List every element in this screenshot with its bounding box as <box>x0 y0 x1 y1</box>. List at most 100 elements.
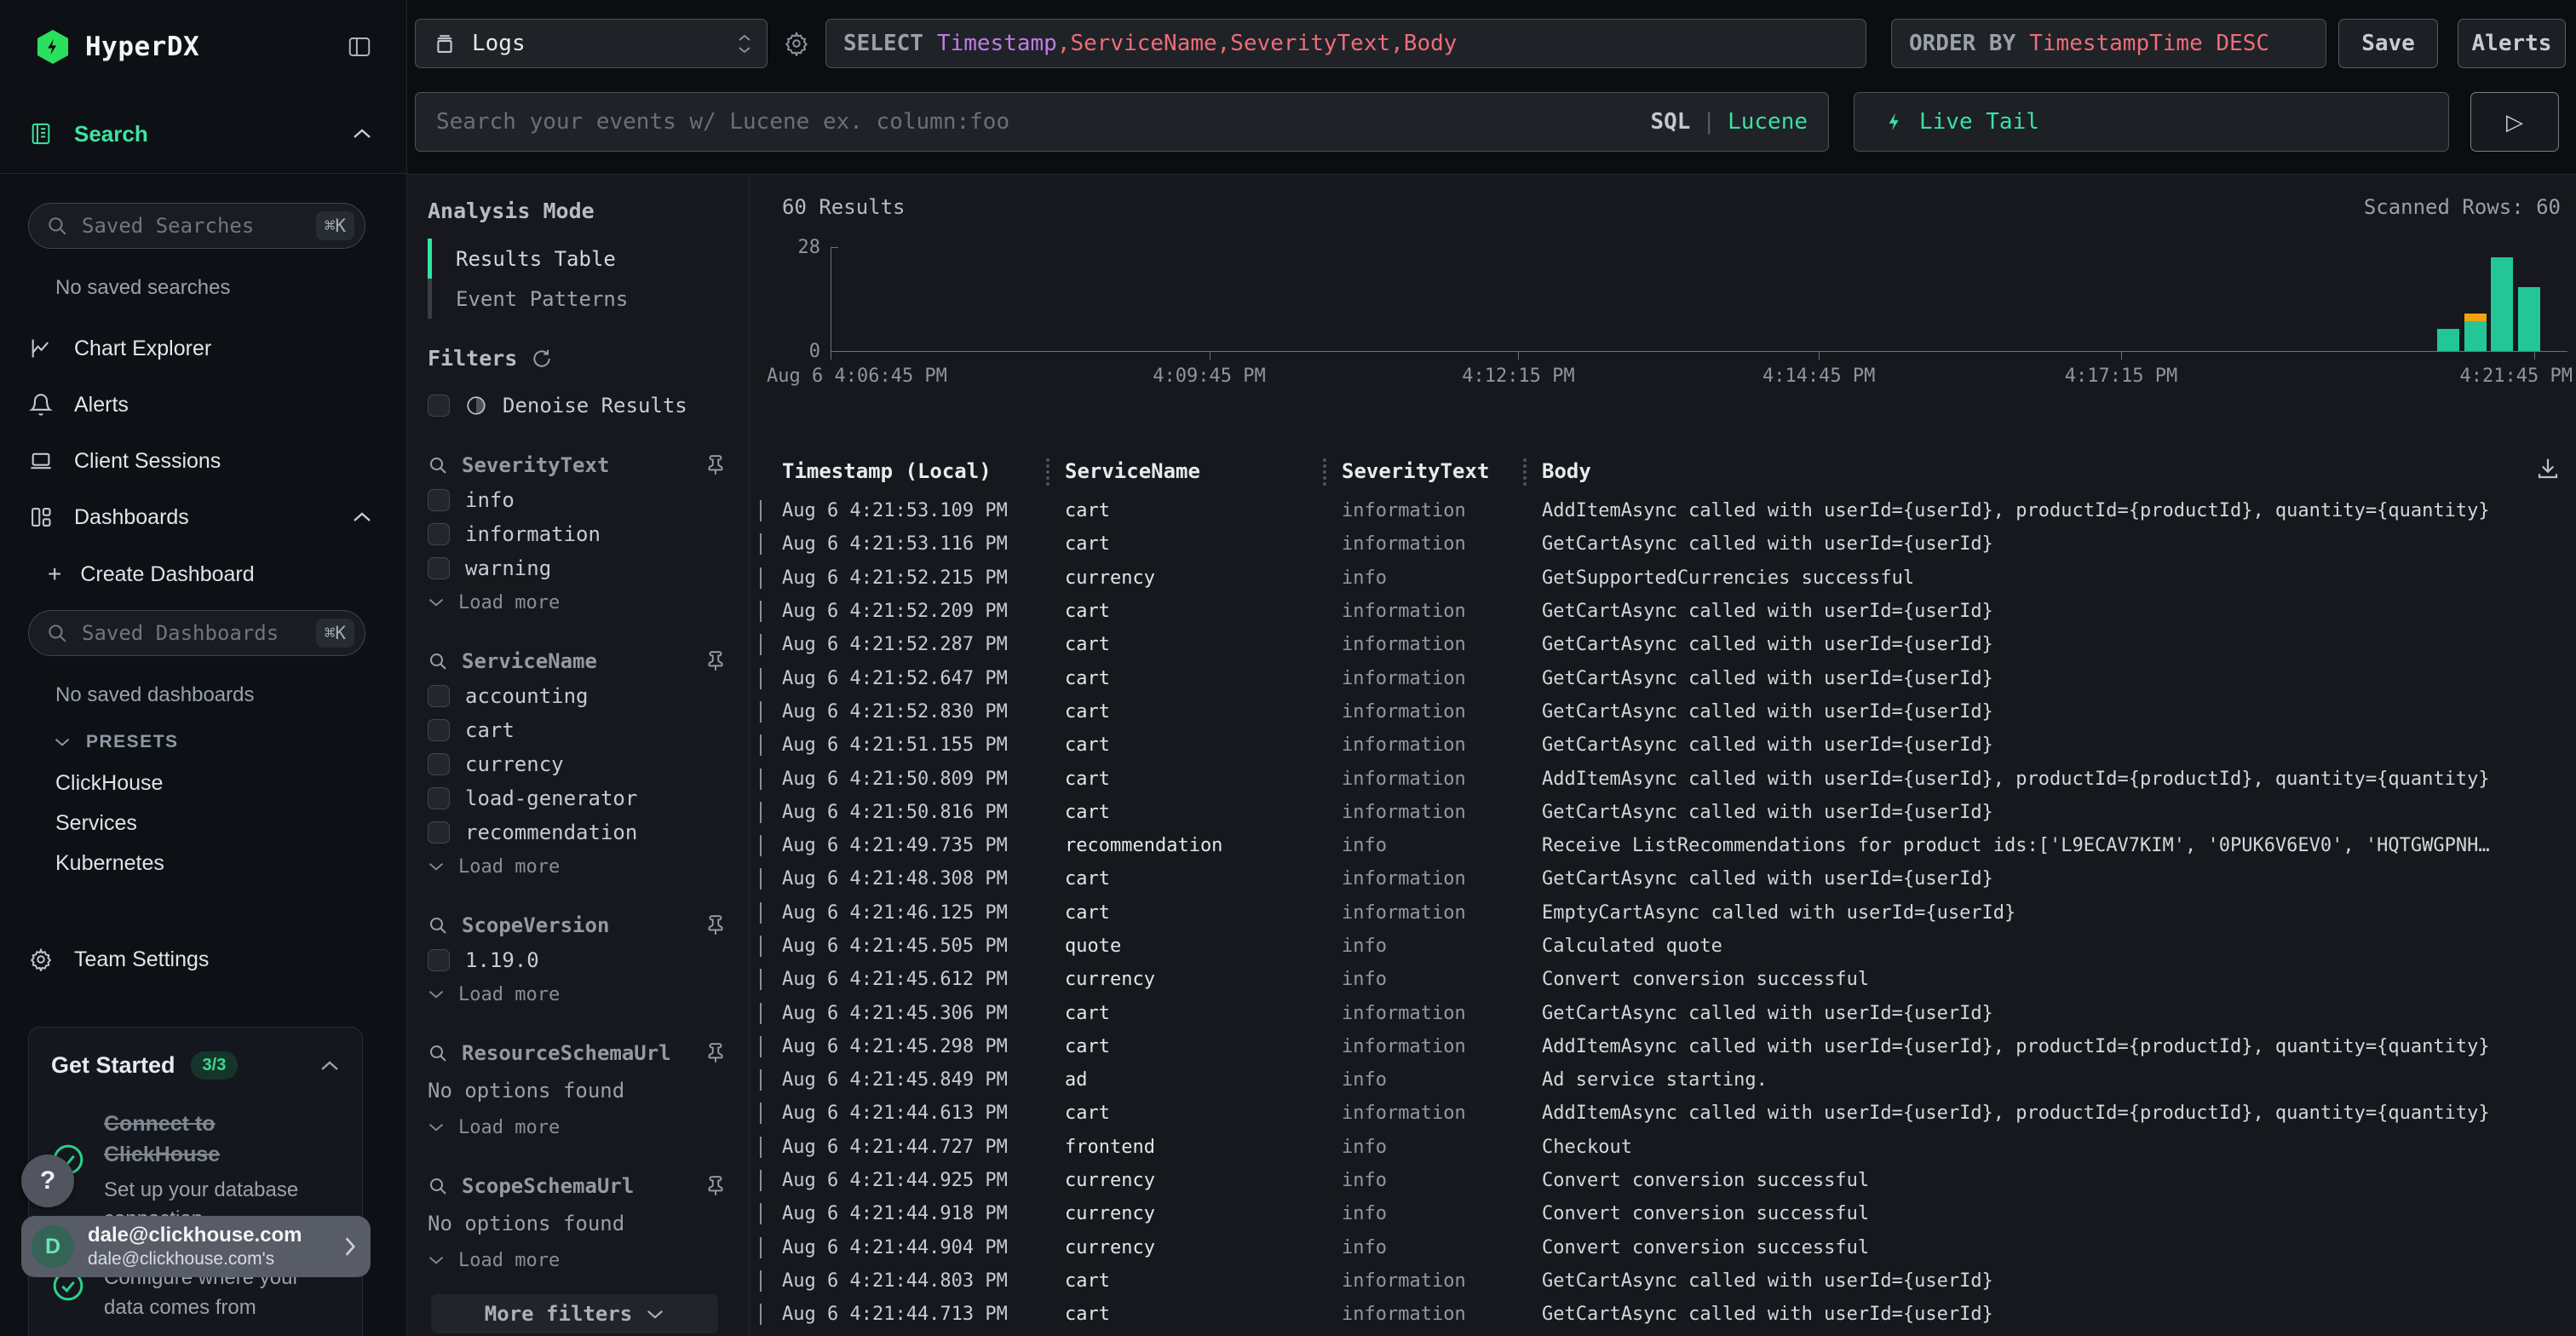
checkbox[interactable] <box>428 787 450 809</box>
pin-icon[interactable] <box>704 914 727 936</box>
log-row[interactable]: Aug 6 4:21:45.306 PMcartinformationGetCa… <box>750 996 2576 1029</box>
filter-option-accounting[interactable]: accounting <box>428 679 727 713</box>
log-row[interactable]: Aug 6 4:21:50.816 PMcartinformationGetCa… <box>750 796 2576 829</box>
help-button[interactable]: ? <box>21 1155 74 1207</box>
more-filters-button[interactable]: More filters <box>431 1294 718 1333</box>
log-row[interactable]: Aug 6 4:21:44.613 PMcartinformationAddIt… <box>750 1097 2576 1130</box>
load-more-button[interactable]: Load more <box>428 1110 727 1144</box>
row-expander-icon[interactable] <box>760 1103 762 1124</box>
log-row[interactable]: Aug 6 4:21:49.735 PMrecommendationinfoRe… <box>750 829 2576 862</box>
column-resize-handle[interactable] <box>1523 458 1527 486</box>
log-row[interactable]: Aug 6 4:21:53.109 PMcartinformationAddIt… <box>750 494 2576 527</box>
pin-icon[interactable] <box>704 650 727 672</box>
presets-toggle[interactable]: PRESETS <box>54 729 406 755</box>
log-row[interactable]: Aug 6 4:21:45.612 PMcurrencyinfoConvert … <box>750 963 2576 996</box>
row-expander-icon[interactable] <box>760 701 762 723</box>
log-row[interactable]: Aug 6 4:21:48.308 PMcartinformationGetCa… <box>750 862 2576 895</box>
histogram-bar[interactable] <box>2464 314 2487 351</box>
row-expander-icon[interactable] <box>760 802 762 823</box>
checkbox[interactable] <box>428 753 450 775</box>
checkbox[interactable] <box>428 394 450 417</box>
row-expander-icon[interactable] <box>760 1304 762 1325</box>
search-icon[interactable] <box>428 1176 448 1196</box>
preset-clickhouse[interactable]: ClickHouse <box>0 763 406 803</box>
log-row[interactable]: Aug 6 4:21:50.809 PMcartinformationAddIt… <box>750 762 2576 795</box>
analysis-mode-event-patterns[interactable]: Event Patterns <box>428 279 727 319</box>
column-resize-handle[interactable] <box>1046 458 1049 486</box>
pin-icon[interactable] <box>704 1042 727 1064</box>
sidebar-item-chart-explorer[interactable]: Chart Explorer <box>0 320 406 377</box>
sidebar-item-team-settings[interactable]: Team Settings <box>0 931 406 988</box>
histogram-bar[interactable] <box>2491 257 2513 351</box>
sidebar-item-search[interactable]: Search <box>0 94 406 174</box>
row-expander-icon[interactable] <box>760 1270 762 1292</box>
row-expander-icon[interactable] <box>760 1237 762 1258</box>
source-settings-gear[interactable] <box>768 19 825 68</box>
histogram-bar[interactable] <box>2518 287 2540 351</box>
mode-sql[interactable]: SQL <box>1650 109 1690 135</box>
checkbox[interactable] <box>428 685 450 707</box>
row-expander-icon[interactable] <box>760 668 762 689</box>
row-expander-icon[interactable] <box>760 868 762 890</box>
select-query-input[interactable]: SELECTTimestamp,ServiceName,SeverityText… <box>825 19 1866 68</box>
column-header-severitytext[interactable]: SeverityText <box>1342 459 1542 483</box>
sidebar-item-alerts[interactable]: Alerts <box>0 377 406 433</box>
column-resize-handle[interactable] <box>1323 458 1326 486</box>
refresh-icon[interactable] <box>531 348 553 370</box>
row-expander-icon[interactable] <box>760 1137 762 1158</box>
checkbox[interactable] <box>428 523 450 545</box>
log-row[interactable]: Aug 6 4:21:44.713 PMcartinformationGetCa… <box>750 1298 2576 1331</box>
filter-option-recommendation[interactable]: recommendation <box>428 815 727 849</box>
row-expander-icon[interactable] <box>760 500 762 521</box>
row-expander-icon[interactable] <box>760 1036 762 1057</box>
row-expander-icon[interactable] <box>760 902 762 924</box>
log-row[interactable]: Aug 6 4:21:52.287 PMcartinformationGetCa… <box>750 628 2576 661</box>
log-row[interactable]: Aug 6 4:21:44.727 PMfrontendinfoCheckout <box>750 1131 2576 1164</box>
row-expander-icon[interactable] <box>760 567 762 589</box>
row-expander-icon[interactable] <box>760 634 762 655</box>
user-chip[interactable]: D dale@clickhouse.com dale@clickhouse.co… <box>21 1216 371 1277</box>
load-more-button[interactable]: Load more <box>428 585 727 619</box>
filter-option-info[interactable]: info <box>428 483 727 517</box>
row-expander-icon[interactable] <box>760 1069 762 1091</box>
saved-searches-input[interactable]: Saved Searches ⌘K <box>28 203 365 249</box>
filter-option-information[interactable]: information <box>428 517 727 551</box>
log-row[interactable]: Aug 6 4:21:46.125 PMcartinformationEmpty… <box>750 896 2576 930</box>
search-icon[interactable] <box>428 915 448 936</box>
log-row[interactable]: Aug 6 4:21:44.803 PMcartinformationGetCa… <box>750 1264 2576 1298</box>
alerts-button[interactable]: Alerts <box>2458 19 2566 68</box>
load-more-button[interactable]: Load more <box>428 1243 727 1277</box>
checkbox[interactable] <box>428 719 450 741</box>
load-more-button[interactable]: Load more <box>428 849 727 884</box>
sidebar-item-dashboards[interactable]: Dashboards <box>0 489 406 545</box>
run-query-button[interactable]: ▷ <box>2470 92 2559 152</box>
filter-option-load-generator[interactable]: load-generator <box>428 781 727 815</box>
preset-services[interactable]: Services <box>0 803 406 844</box>
results-histogram[interactable]: 280Aug 6 4:06:45 PM4:09:45 PM4:12:15 PM4… <box>831 247 2567 352</box>
row-expander-icon[interactable] <box>760 533 762 555</box>
histogram-bar[interactable] <box>2437 329 2459 351</box>
row-expander-icon[interactable] <box>760 1203 762 1224</box>
row-expander-icon[interactable] <box>760 734 762 756</box>
log-row[interactable]: Aug 6 4:21:44.918 PMcurrencyinfoConvert … <box>750 1197 2576 1230</box>
checkbox[interactable] <box>428 557 450 579</box>
row-expander-icon[interactable] <box>760 601 762 622</box>
source-select[interactable]: Logs <box>415 19 768 68</box>
load-more-button[interactable]: Load more <box>428 977 727 1011</box>
filter-option-1.19.0[interactable]: 1.19.0 <box>428 943 727 977</box>
row-expander-icon[interactable] <box>760 936 762 957</box>
filter-option-cart[interactable]: cart <box>428 713 727 747</box>
log-row[interactable]: Aug 6 4:21:51.155 PMcartinformationGetCa… <box>750 728 2576 762</box>
get-started-header[interactable]: Get Started 3/3 <box>51 1051 340 1080</box>
sidebar-item-client-sessions[interactable]: Client Sessions <box>0 433 406 489</box>
row-expander-icon[interactable] <box>760 1170 762 1191</box>
search-icon[interactable] <box>428 1043 448 1063</box>
filter-option-warning[interactable]: warning <box>428 551 727 585</box>
checkbox[interactable] <box>428 821 450 844</box>
pin-icon[interactable] <box>704 1175 727 1197</box>
pin-icon[interactable] <box>704 454 727 476</box>
filter-option-currency[interactable]: currency <box>428 747 727 781</box>
row-expander-icon[interactable] <box>760 835 762 856</box>
row-expander-icon[interactable] <box>760 969 762 990</box>
checkbox[interactable] <box>428 949 450 971</box>
